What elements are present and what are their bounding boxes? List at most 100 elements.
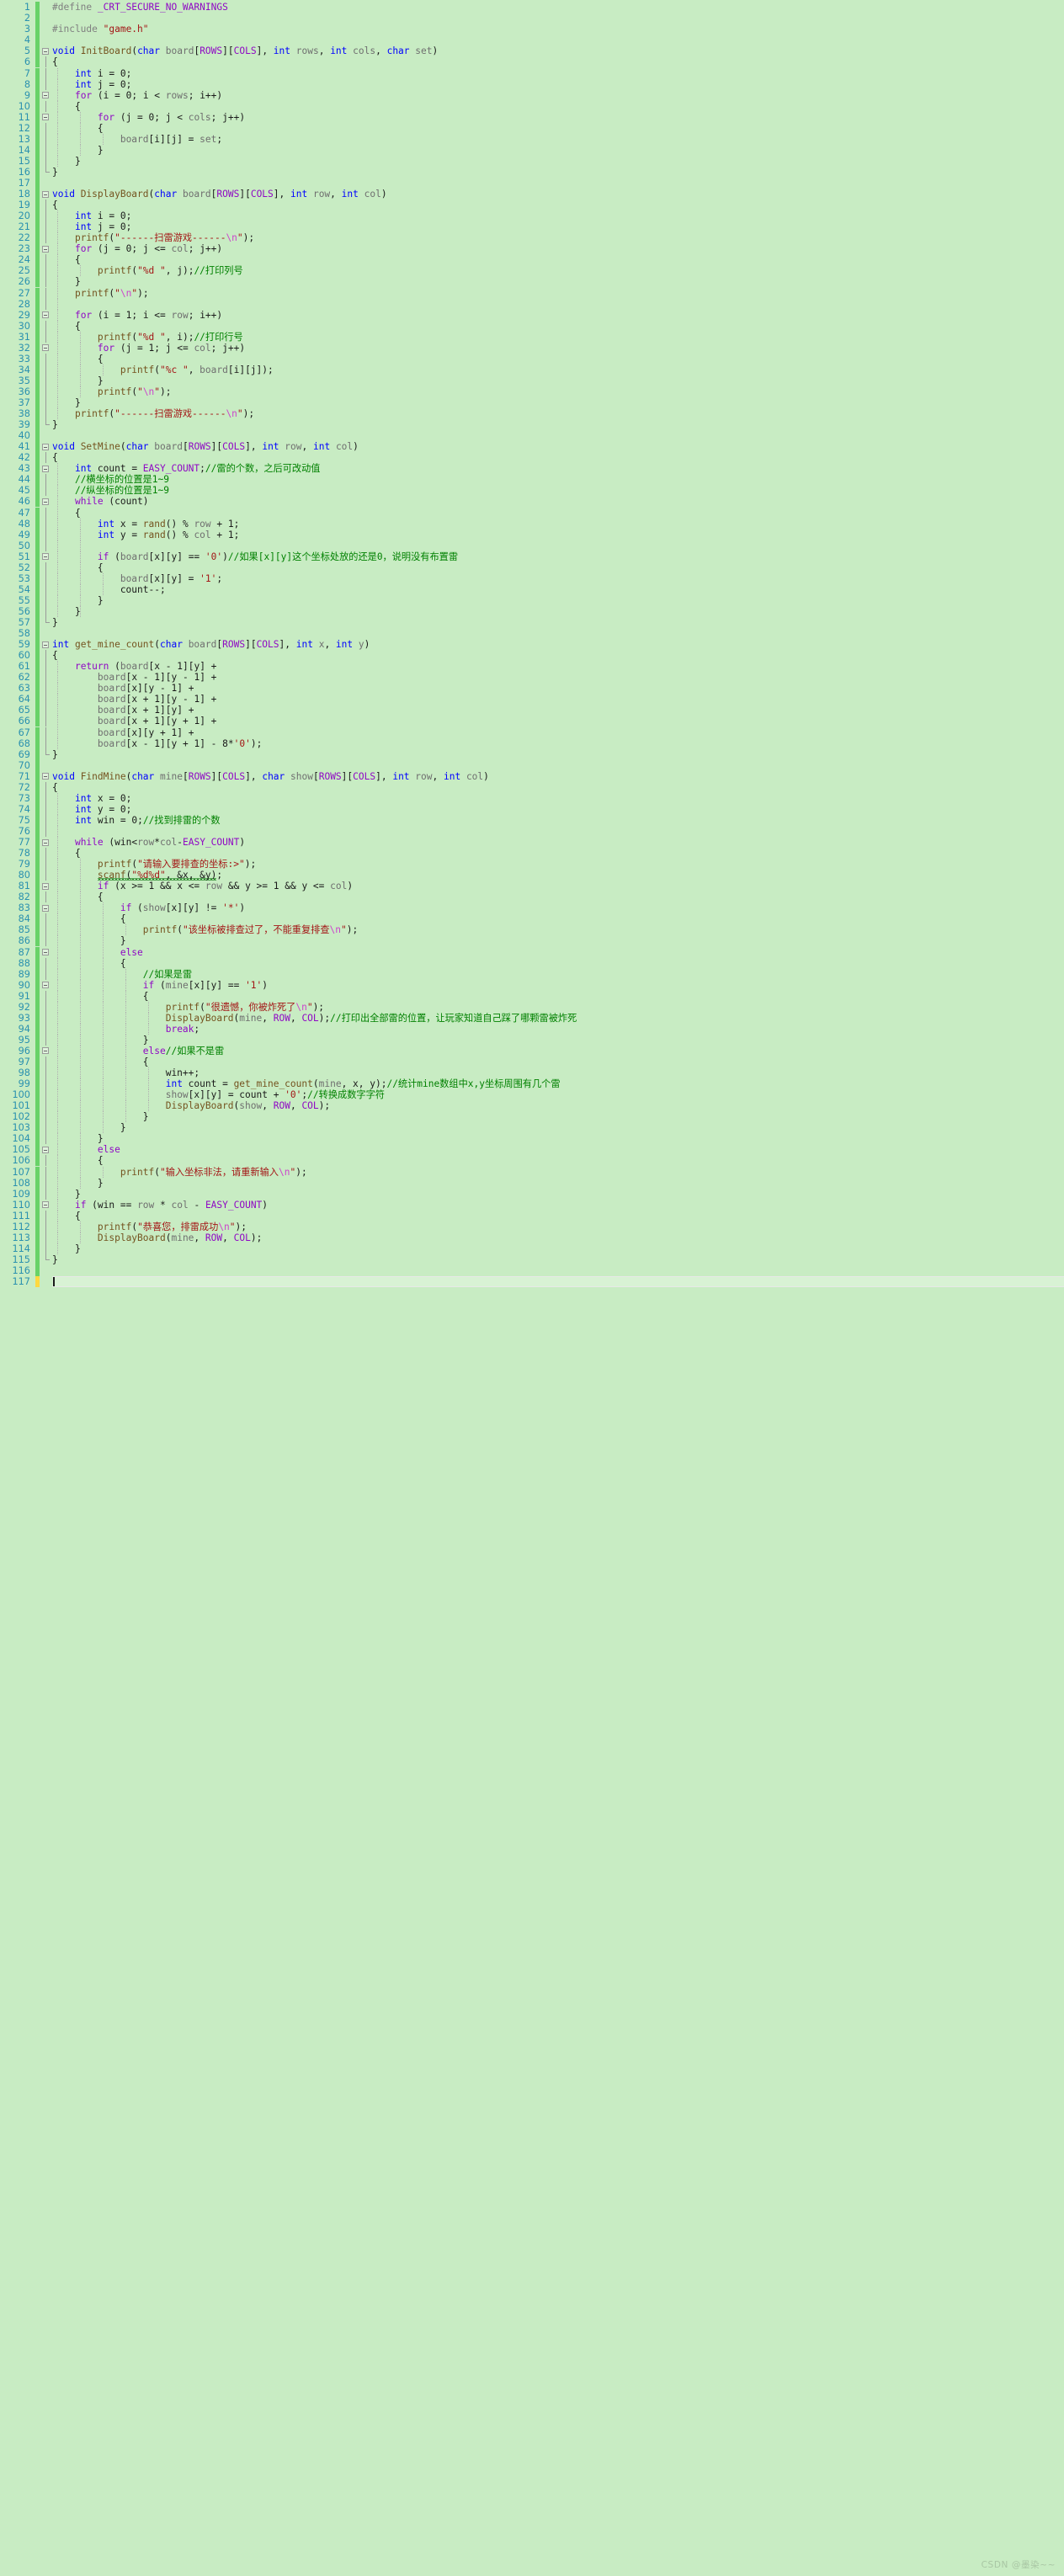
code-text[interactable]: }: [52, 1243, 81, 1254]
code-line[interactable]: 67 board[x][y + 1] +: [0, 726, 1064, 738]
code-text[interactable]: for (j = 0; j <= col; j++): [52, 243, 222, 254]
code-text[interactable]: {: [52, 321, 81, 332]
code-line[interactable]: 100 show[x][y] = count + '0';//转换成数字字符: [0, 1089, 1064, 1101]
code-line[interactable]: 34 printf("%c ", board[i][j]);: [0, 364, 1064, 375]
code-text[interactable]: {: [52, 562, 104, 573]
fold-collapse-icon[interactable]: [41, 639, 52, 650]
fold-collapse-icon[interactable]: [41, 496, 52, 507]
code-text[interactable]: DisplayBoard(mine, ROW, COL);//打印出全部雷的位置…: [52, 1013, 577, 1024]
code-line[interactable]: 30 {: [0, 320, 1064, 332]
code-text[interactable]: if (mine[x][y] == '1'): [52, 980, 268, 991]
code-text[interactable]: board[x - 1][y - 1] +: [52, 672, 217, 683]
code-line[interactable]: 54 count--;: [0, 583, 1064, 595]
code-text[interactable]: int y = 0;: [52, 804, 131, 815]
code-text[interactable]: {: [52, 1056, 149, 1067]
code-line[interactable]: 62 board[x - 1][y - 1] +: [0, 672, 1064, 684]
code-line[interactable]: 42 {: [0, 452, 1064, 464]
code-line[interactable]: 112 printf("恭喜您，排雷成功\n");: [0, 1221, 1064, 1232]
code-line[interactable]: 43 int count = EASY_COUNT;//雷的个数，之后可改动值: [0, 463, 1064, 475]
fold-box-icon[interactable]: [42, 553, 49, 561]
fold-collapse-icon[interactable]: [41, 837, 52, 848]
code-text[interactable]: }: [52, 156, 81, 167]
code-line[interactable]: 109 }: [0, 1188, 1064, 1200]
code-line[interactable]: 113 DisplayBoard(mine, ROW, COL);: [0, 1232, 1064, 1243]
code-text[interactable]: {: [52, 891, 104, 902]
code-text[interactable]: int i = 0;: [52, 68, 131, 79]
code-text[interactable]: {: [52, 1155, 104, 1166]
fold-box-icon[interactable]: [42, 245, 49, 253]
code-line[interactable]: 65 board[x + 1][y] +: [0, 705, 1064, 716]
fold-collapse-icon[interactable]: [41, 45, 52, 56]
code-line[interactable]: 8 int j = 0;: [0, 78, 1064, 90]
code-line[interactable]: 51 if (board[x][y] == '0')//如果[x][y]这个坐标…: [0, 551, 1064, 562]
code-text[interactable]: int j = 0;: [52, 221, 131, 232]
code-text[interactable]: }: [52, 935, 126, 946]
code-text[interactable]: void DisplayBoard(char board[ROWS][COLS]…: [52, 189, 387, 200]
code-text[interactable]: printf("\n");: [52, 386, 172, 397]
code-line[interactable]: 94 break;: [0, 1023, 1064, 1035]
code-line[interactable]: 48 int x = rand() % row + 1;: [0, 518, 1064, 530]
fold-collapse-icon[interactable]: [41, 902, 52, 913]
code-text[interactable]: }: [52, 375, 104, 386]
fold-box-icon[interactable]: [42, 773, 49, 780]
code-line[interactable]: 20 int i = 0;: [0, 210, 1064, 222]
code-line[interactable]: 23 for (j = 0; j <= col; j++): [0, 243, 1064, 255]
code-text[interactable]: }: [52, 1122, 126, 1133]
code-text[interactable]: board[x + 1][y] +: [52, 705, 194, 716]
code-line[interactable]: 58: [0, 628, 1064, 640]
code-text[interactable]: board[x][y - 1] +: [52, 683, 194, 694]
code-text[interactable]: int y = rand() % col + 1;: [52, 530, 239, 540]
code-text[interactable]: if (show[x][y] != '*'): [52, 902, 245, 913]
code-text[interactable]: printf("很遗憾，你被炸死了\n");: [52, 1002, 324, 1013]
code-line[interactable]: 27 printf("\n");: [0, 287, 1064, 299]
code-line[interactable]: 6{: [0, 56, 1064, 68]
code-text[interactable]: for (i = 1; i <= row; i++): [52, 310, 222, 321]
code-line[interactable]: 80 scanf("%d%d", &x, &y);: [0, 870, 1064, 881]
code-line[interactable]: 111 {: [0, 1210, 1064, 1221]
code-text[interactable]: for (j = 1; j <= col; j++): [52, 343, 245, 354]
code-text[interactable]: }: [52, 167, 58, 178]
code-text[interactable]: count--;: [52, 584, 166, 595]
code-text[interactable]: for (i = 0; i < rows; i++): [52, 90, 222, 101]
code-text[interactable]: {: [52, 848, 81, 859]
code-line[interactable]: 38 printf("------扫雷游戏------\n");: [0, 408, 1064, 420]
code-text[interactable]: {: [52, 354, 104, 365]
code-text[interactable]: while (win<row*col-EASY_COUNT): [52, 837, 245, 848]
code-line[interactable]: 11 for (j = 0; j < cols; j++): [0, 111, 1064, 123]
code-line[interactable]: 114 }: [0, 1243, 1064, 1254]
fold-box-icon[interactable]: [42, 311, 49, 319]
code-line[interactable]: 49 int y = rand() % col + 1;: [0, 529, 1064, 540]
fold-collapse-icon[interactable]: [41, 463, 52, 474]
code-line[interactable]: 72 {: [0, 781, 1064, 793]
code-line[interactable]: 44 //横坐标的位置是1~9: [0, 474, 1064, 486]
code-line[interactable]: 1 #define _CRT_SECURE_NO_WARNINGS: [0, 2, 1064, 13]
code-line[interactable]: 79 printf("请输入要排查的坐标:>");: [0, 859, 1064, 870]
code-text[interactable]: board[i][j] = set;: [52, 134, 222, 145]
fold-box-icon[interactable]: [42, 1146, 49, 1153]
code-text[interactable]: }: [52, 276, 81, 287]
code-line[interactable]: 36 printf("\n");: [0, 386, 1064, 397]
code-text[interactable]: for (j = 0; j < cols; j++): [52, 112, 245, 123]
code-line[interactable]: 24 {: [0, 254, 1064, 266]
code-line[interactable]: 116: [0, 1264, 1064, 1276]
code-line[interactable]: 5 void InitBoard(char board[ROWS][COLS], …: [0, 45, 1064, 57]
code-text[interactable]: printf("\n");: [52, 288, 149, 299]
code-line[interactable]: 84 {: [0, 913, 1064, 925]
code-line[interactable]: 115}: [0, 1253, 1064, 1265]
code-text[interactable]: int win = 0;//找到排雷的个数: [52, 815, 221, 826]
code-text[interactable]: }: [52, 1178, 104, 1189]
fold-collapse-icon[interactable]: [41, 189, 52, 200]
code-text[interactable]: board[x + 1][y - 1] +: [52, 694, 217, 705]
code-text[interactable]: board[x][y] = '1';: [52, 573, 222, 584]
code-text[interactable]: {: [52, 101, 81, 112]
fold-box-icon[interactable]: [42, 838, 49, 846]
code-text[interactable]: }: [52, 1254, 58, 1265]
code-line[interactable]: 92 printf("很遗憾，你被炸死了\n");: [0, 1001, 1064, 1013]
fold-box-icon[interactable]: [42, 949, 49, 955]
fold-collapse-icon[interactable]: [41, 551, 52, 562]
code-line[interactable]: 31 printf("%d ", i);//打印行号: [0, 331, 1064, 343]
fold-box-icon[interactable]: [42, 344, 49, 352]
code-text[interactable]: {: [52, 508, 81, 519]
code-line[interactable]: 110 if (win == row * col - EASY_COUNT): [0, 1199, 1064, 1211]
code-line[interactable]: 101 DisplayBoard(show, ROW, COL);: [0, 1100, 1064, 1112]
